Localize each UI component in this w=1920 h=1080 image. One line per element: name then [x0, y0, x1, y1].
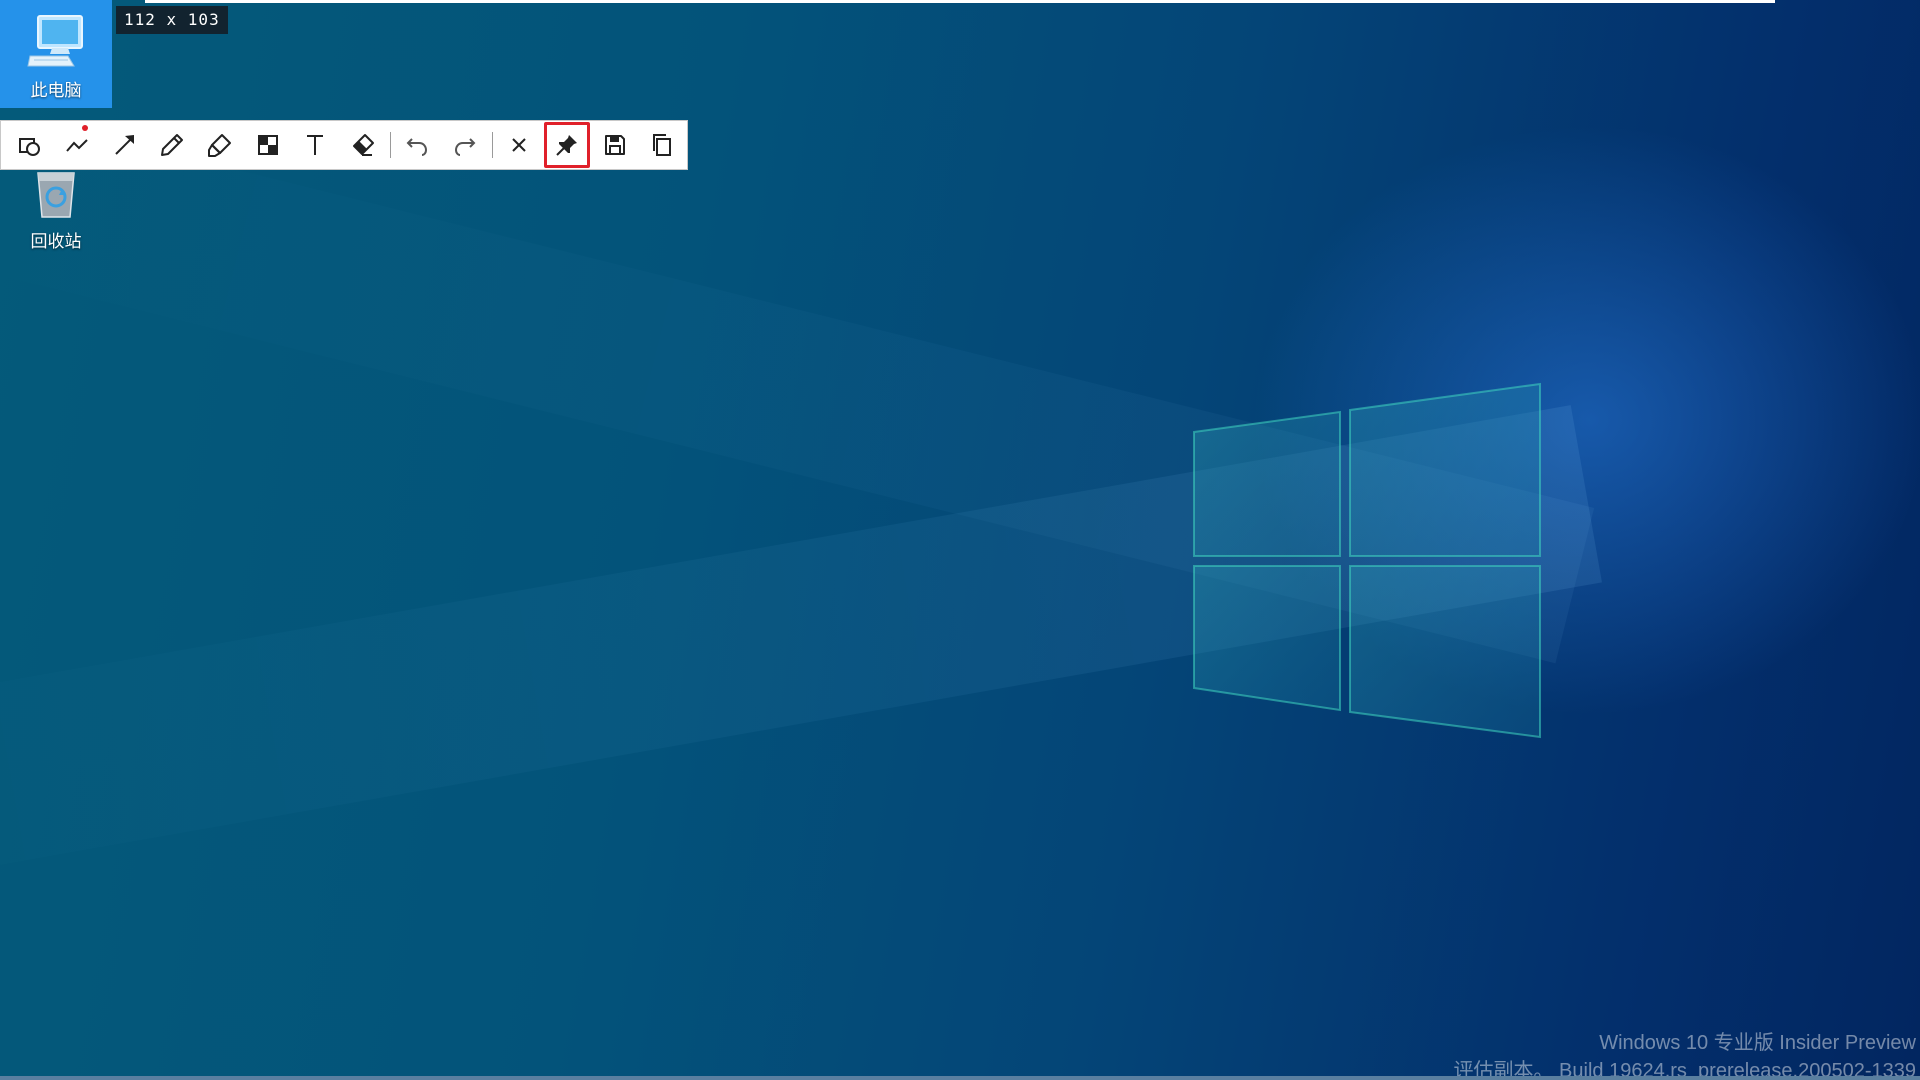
windows-watermark-line1: Windows 10 专业版 Insider Preview: [1599, 1032, 1916, 1054]
highlighter-icon: [208, 134, 232, 157]
toolbar-separator: [389, 132, 391, 158]
taskbar-edge: [0, 1076, 1920, 1080]
desktop: 此电脑 112 x 103 回收站 Windows 10 专业版 Insider…: [0, 0, 1920, 1080]
recycle-bin-icon: [37, 172, 75, 218]
pin-button[interactable]: [544, 122, 590, 168]
mosaic-icon: [257, 135, 278, 155]
desktop-icon-recycle-bin[interactable]: 回收站: [0, 165, 112, 255]
toolbar-separator: [491, 132, 493, 158]
pencil-tool-button[interactable]: [150, 122, 196, 168]
rectangle-ellipse-icon: [18, 138, 40, 156]
mosaic-tool-button[interactable]: [245, 122, 291, 168]
redo-button[interactable]: [442, 122, 488, 168]
tool-indicator-dot: [82, 125, 89, 131]
eraser-tool-button[interactable]: [340, 122, 386, 168]
polyline-tool-button[interactable]: [55, 122, 101, 168]
save-button[interactable]: [592, 122, 638, 168]
copy-icon: [653, 134, 672, 156]
windows-logo: [1193, 382, 1541, 739]
pin-icon: [556, 135, 577, 156]
undo-icon: [406, 138, 428, 156]
close-icon: [512, 138, 527, 152]
text-icon: [307, 135, 324, 155]
arrow-icon: [115, 135, 134, 155]
polyline-icon: [66, 139, 89, 152]
capture-size-label: 112 x 103: [116, 6, 228, 34]
annotation-toolbar: [0, 120, 688, 170]
highlighter-tool-button[interactable]: [197, 122, 243, 168]
desktop-icon-label: 回收站: [30, 232, 82, 252]
copy-button[interactable]: [639, 122, 685, 168]
desktop-icon-this-pc[interactable]: 此电脑: [0, 0, 112, 108]
pencil-icon: [161, 134, 184, 156]
undo-button[interactable]: [394, 122, 440, 168]
cancel-button[interactable]: [497, 122, 543, 168]
save-icon: [604, 135, 625, 155]
redo-icon: [454, 138, 476, 156]
text-tool-button[interactable]: [292, 122, 338, 168]
computer-icon: [27, 15, 83, 67]
desktop-icon-label: 此电脑: [30, 81, 82, 101]
eraser-icon: [352, 134, 374, 156]
capture-selection-edge: [145, 0, 1775, 3]
shape-tool-button[interactable]: [7, 122, 53, 168]
arrow-tool-button[interactable]: [102, 122, 148, 168]
